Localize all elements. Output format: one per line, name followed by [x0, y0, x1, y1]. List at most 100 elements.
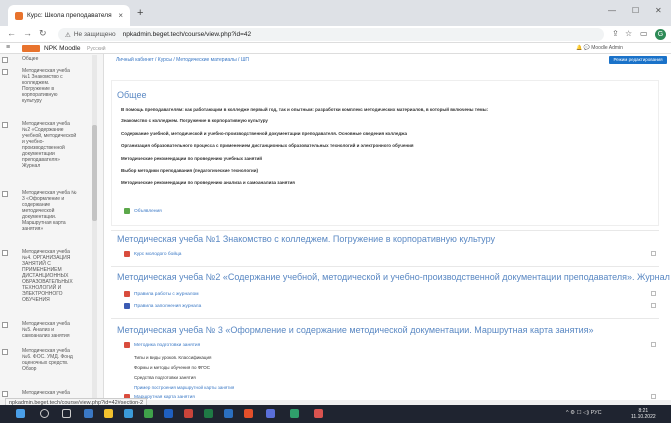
completion-checkbox [2, 322, 8, 328]
browser-toolbar: ← → ↻ ⚠ Не защищено npkadmin.beget.tech/… [0, 26, 671, 43]
file-icon [124, 251, 130, 257]
section-title-1[interactable]: Методическая учеба №1 Знакомство с колле… [117, 234, 495, 244]
minimize-window-icon[interactable]: — [608, 6, 616, 15]
app-icon[interactable] [244, 409, 253, 418]
section-note: Средства подготовки занятия [134, 375, 196, 380]
app-icon[interactable] [84, 409, 93, 418]
new-tab-button[interactable]: + [137, 7, 143, 19]
app-icon[interactable] [266, 409, 275, 418]
system-tray[interactable]: ^ ⚙ ☐ ◁) РУС [566, 410, 602, 416]
completion-checkbox[interactable] [651, 394, 656, 399]
share-icon[interactable]: ⇪ [612, 29, 619, 38]
sidebar-item[interactable]: Методическая учеба № 3 «Оформление и сод… [2, 190, 78, 232]
sidebar-item-label: Методическая учеба №5. Анализ и самоанал… [22, 321, 70, 339]
section-title-3[interactable]: Методическая учеба № 3 «Оформление и сод… [117, 325, 593, 335]
sidebar-item-label: Методическая учеба №1 Знакомство с колле… [22, 68, 70, 104]
breadcrumb[interactable]: Личный кабинет / Курсы / Методические ма… [116, 57, 249, 63]
completion-checkbox[interactable] [651, 251, 656, 256]
sidebar-item[interactable]: Методическая учеба [2, 390, 78, 397]
edit-mode-button[interactable]: Режим редактирования [609, 56, 667, 64]
sidebar-item[interactable]: Методическая учеба №5. Анализ и самоанал… [2, 321, 78, 339]
site-name[interactable]: NPK Moodle [44, 45, 81, 52]
completion-checkbox [2, 122, 8, 128]
sidebar-item[interactable]: Общее [2, 56, 78, 63]
reload-icon[interactable]: ↻ [39, 28, 47, 39]
section-divider [111, 266, 659, 267]
forum-activity[interactable]: Объявления [124, 208, 162, 214]
sidebar-item[interactable]: Методическая учеба №1 Знакомство с колле… [2, 68, 78, 104]
maximize-window-icon[interactable]: ☐ [632, 6, 639, 15]
sidebar-item-label: Методическая учеба [22, 390, 70, 396]
task-view-icon[interactable] [62, 409, 71, 418]
completion-checkbox [2, 250, 8, 256]
section-title-2[interactable]: Методическая учеба №2 «Содержание учебно… [117, 272, 670, 282]
app-icon[interactable] [314, 409, 323, 418]
tab-title: Курс: Школа преподавателя [27, 12, 112, 19]
powerpoint-icon[interactable] [184, 409, 193, 418]
activity-link[interactable]: Правила работы с журналом [134, 292, 199, 297]
activity-link[interactable]: Правила заполнения журнала [134, 304, 201, 309]
activity-link[interactable]: Курс молодого бойца [134, 252, 181, 257]
sidebar-item-label: Методическая учеба №4. ОРГАНИЗАЦИЯ ЗАНЯТ… [22, 249, 73, 303]
general-text-line: Знакомство с колледжем. Погружение в кор… [121, 118, 268, 123]
sidepanel-icon[interactable]: ▭ [640, 29, 648, 38]
section-note-link[interactable]: Пример построения маршрутной карты занят… [134, 385, 234, 390]
app-icon[interactable] [290, 409, 299, 418]
sidebar-item-label: Методическая учеба №2 «Содержание учебно… [22, 121, 77, 169]
warning-icon: ⚠ [65, 31, 71, 39]
search-icon[interactable] [40, 409, 49, 418]
close-window-icon[interactable]: ✕ [655, 6, 662, 15]
address-bar[interactable]: ⚠ Не защищено npkadmin.beget.tech/course… [58, 28, 604, 41]
sidebar-scrollbar[interactable] [92, 55, 97, 400]
app-icon[interactable] [224, 409, 233, 418]
star-icon[interactable]: ☆ [625, 29, 632, 38]
moodle-logo-icon[interactable] [22, 45, 40, 52]
completion-checkbox [2, 391, 8, 397]
user-name: Moodle Admin [591, 45, 623, 51]
section-title-general[interactable]: Общее [117, 90, 146, 100]
completion-checkbox[interactable] [651, 342, 656, 347]
word-icon[interactable] [164, 409, 173, 418]
language-menu[interactable]: Русский [87, 46, 106, 52]
user-menu[interactable]: 🔔 💬 Moodle Admin [576, 45, 623, 51]
general-text-line: Выбор методики преподавания (педагогичес… [121, 168, 258, 173]
activity-item[interactable]: Методика подготовки занятия [124, 342, 200, 348]
sidebar-item[interactable]: Методическая учеба №2 «Содержание учебно… [2, 121, 78, 169]
profile-avatar[interactable]: G [655, 29, 666, 40]
file-icon [124, 291, 130, 297]
forum-link[interactable]: Объявления [134, 209, 162, 214]
forum-icon [124, 208, 130, 214]
activity-link[interactable]: Методика подготовки занятия [134, 343, 200, 348]
forward-arrow-icon[interactable]: → [23, 28, 32, 38]
activity-item[interactable]: Правила работы с журналом [124, 291, 199, 297]
sidebar-item[interactable]: Методическая учеба №4. ОРГАНИЗАЦИЯ ЗАНЯТ… [2, 249, 78, 303]
browser-tab-bar: Курс: Школа преподавателя × + — ☐ ✕ [0, 0, 671, 26]
back-arrow-icon[interactable]: ← [7, 28, 16, 38]
general-section [111, 80, 659, 226]
app-icon[interactable] [124, 409, 133, 418]
sidebar-item[interactable]: Методическая учеба №6. ФОС. УМД. Фонд оц… [2, 348, 78, 372]
notifications-icon[interactable]: 🔔 💬 [576, 45, 591, 51]
file-explorer-icon[interactable] [104, 409, 113, 418]
completion-checkbox[interactable] [651, 303, 656, 308]
scrollbar-thumb[interactable] [92, 125, 97, 221]
completion-checkbox [2, 57, 8, 63]
sidebar-item-label: Общее [22, 56, 39, 62]
excel-icon[interactable] [204, 409, 213, 418]
moodle-navbar: ≡ NPK Moodle Русский 🔔 💬 Moodle Admin [0, 43, 671, 54]
browser-tab[interactable]: Курс: Школа преподавателя × [8, 5, 130, 26]
start-icon[interactable] [16, 409, 25, 418]
menu-icon[interactable]: ≡ [6, 44, 10, 51]
chrome-icon[interactable] [144, 409, 153, 418]
completion-checkbox [2, 191, 8, 197]
activity-item[interactable]: Правила заполнения журнала [124, 303, 201, 309]
activity-item[interactable]: Курс молодого бойца [124, 251, 181, 257]
general-text-line: Содержание учебной, методической и учебн… [121, 131, 407, 136]
completion-checkbox[interactable] [651, 291, 656, 296]
section-note: Формы и методы обучения по ФГОС [134, 365, 211, 370]
tab-close-icon[interactable]: × [118, 11, 123, 20]
section-note: Типы и виды уроков. Классификация [134, 355, 212, 360]
general-text-line: Методические рекомендации по проведению … [121, 156, 263, 161]
system-clock[interactable]: 8:21 11.10.2022 [631, 408, 656, 420]
course-content: Личный кабинет / Курсы / Методические ма… [104, 54, 671, 400]
